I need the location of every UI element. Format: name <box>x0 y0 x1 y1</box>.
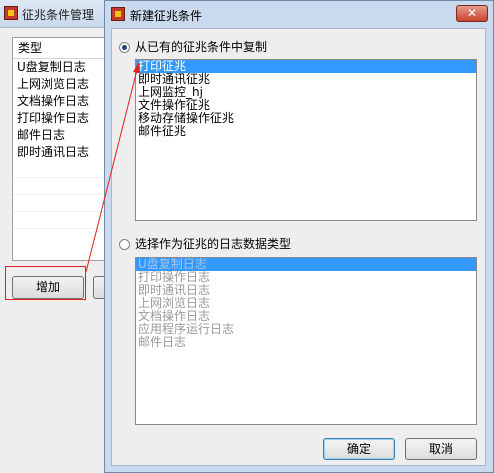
dialog-body: 从已有的征兆条件中复制 打印征兆 即时通讯征兆 上网监控_hj 文件操作征兆 移… <box>111 28 486 466</box>
ok-button[interactable]: 确定 <box>323 438 395 460</box>
existing-conditions-list[interactable]: 打印征兆 即时通讯征兆 上网监控_hj 文件操作征兆 移动存储操作征兆 邮件征兆 <box>135 59 477 221</box>
background-window-title: 征兆条件管理 <box>22 8 95 22</box>
log-type-label[interactable]: 选择作为征兆的日志数据类型 <box>135 237 291 252</box>
radio-button-icon[interactable] <box>119 42 130 53</box>
add-button[interactable]: 增加 <box>12 276 84 299</box>
list-item: 应用程序运行日志 <box>138 322 235 336</box>
dialog-title: 新建征兆条件 <box>130 9 203 23</box>
app-icon <box>111 7 125 21</box>
list-item[interactable]: 移动存储操作征兆 <box>136 112 476 125</box>
radio-button-icon[interactable] <box>119 239 130 250</box>
list-item[interactable]: 邮件征兆 <box>136 125 476 138</box>
list-item: 邮件日志 <box>138 335 187 349</box>
log-type-list: U盘复制日志 打印操作日志 即时通讯日志 上网浏览日志 文档操作日志 应用程序运… <box>135 257 477 425</box>
copy-existing-label[interactable]: 从已有的征兆条件中复制 <box>135 40 267 55</box>
cancel-button[interactable]: 取消 <box>405 438 477 460</box>
close-icon[interactable]: ✕ <box>456 5 488 22</box>
new-condition-dialog: 新建征兆条件 ✕ 从已有的征兆条件中复制 打印征兆 即时通讯征兆 上网监控_hj… <box>104 0 494 473</box>
app-icon <box>4 6 18 20</box>
dialog-titlebar: 新建征兆条件 ✕ <box>105 1 493 29</box>
